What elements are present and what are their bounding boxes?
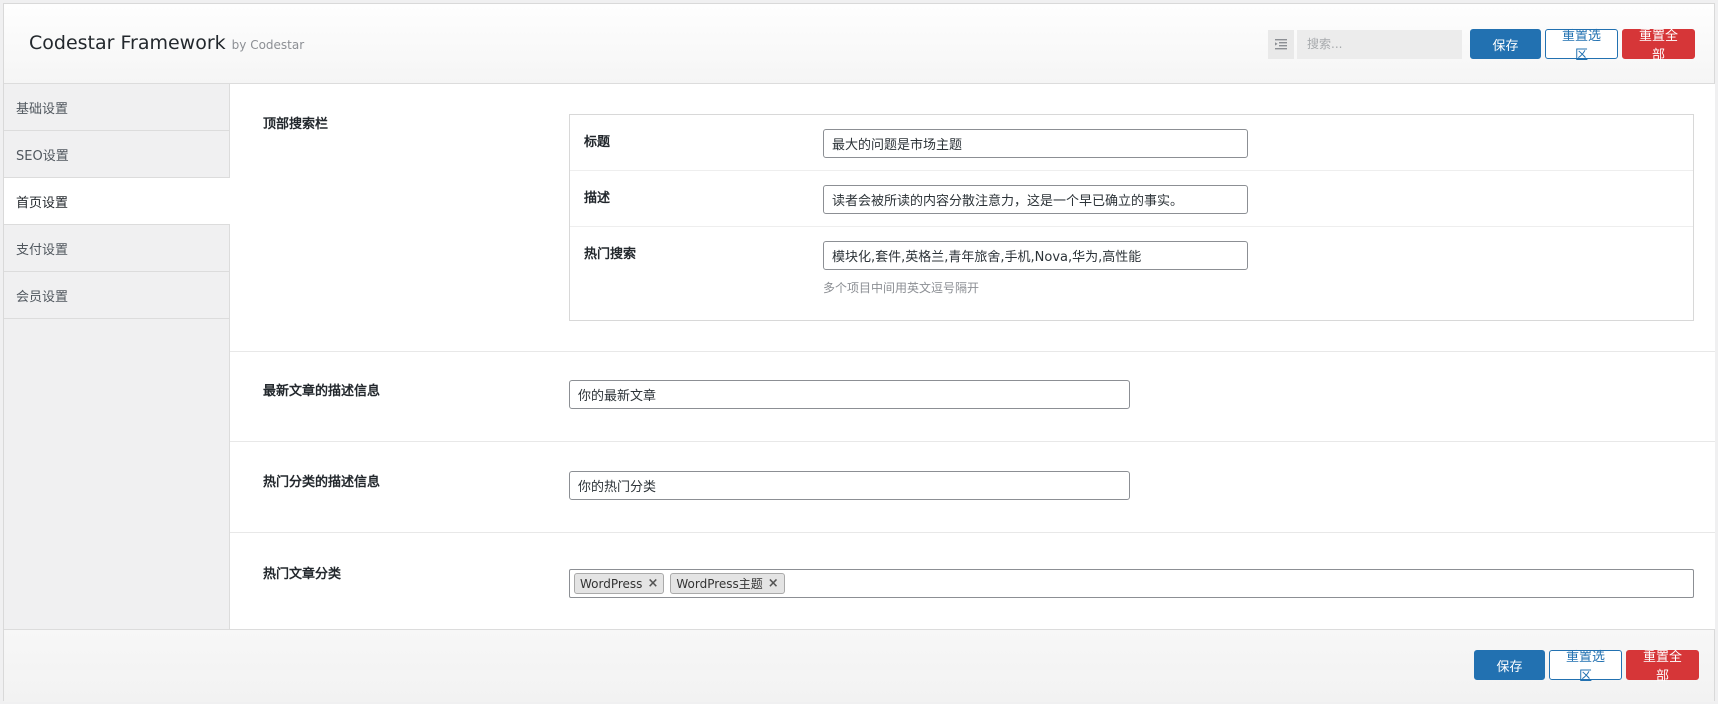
latest-desc-input[interactable]	[569, 380, 1130, 409]
section-top-search: 顶部搜索栏 标题 描述 热门搜索 多个项目中间用英文逗号隔开	[230, 84, 1715, 352]
field-description: 描述	[570, 171, 1693, 227]
tag-label: WordPress	[580, 576, 643, 591]
brand-title: Codestar Framework	[29, 32, 226, 54]
hot-categories-select[interactable]: WordPress × WordPress主题 ×	[569, 569, 1694, 598]
sidebar-item-basic[interactable]: 基础设置	[4, 84, 229, 131]
section-label: 热门文章分类	[263, 567, 342, 582]
section-label: 热门分类的描述信息	[263, 475, 381, 490]
reset-all-button[interactable]: 重置全部	[1622, 29, 1695, 63]
section-latest-desc: 最新文章的描述信息	[230, 352, 1715, 442]
save-button[interactable]: 保存	[1470, 29, 1541, 59]
title-input[interactable]	[823, 129, 1248, 158]
field-hint: 多个项目中间用英文逗号隔开	[823, 281, 980, 295]
sidebar-item-homepage[interactable]: 首页设置	[4, 178, 230, 225]
category-tag: WordPress ×	[574, 573, 665, 594]
options-panel: Codestar Framework by Codestar 保存 重置选区 重…	[3, 3, 1715, 702]
category-tag: WordPress主题 ×	[670, 573, 785, 594]
field-title: 标题	[570, 115, 1693, 171]
field-label: 标题	[584, 135, 611, 150]
brand-byline: by Codestar	[231, 38, 305, 52]
section-label: 最新文章的描述信息	[263, 384, 381, 399]
sidebar-nav: 基础设置 SEO设置 首页设置 支付设置 会员设置	[4, 84, 230, 629]
tag-remove-icon[interactable]: ×	[647, 576, 658, 591]
sidebar-item-payment[interactable]: 支付设置	[4, 225, 229, 272]
field-hot-search: 热门搜索 多个项目中间用英文逗号隔开	[570, 227, 1693, 320]
footer-actions: 保存 重置选区 重置全部	[1474, 650, 1699, 684]
hot-search-input[interactable]	[823, 241, 1248, 270]
panel-header: Codestar Framework by Codestar 保存 重置选区 重…	[4, 4, 1714, 84]
field-label: 热门搜索	[584, 247, 637, 262]
footer-save-button[interactable]: 保存	[1474, 650, 1545, 680]
reset-section-button[interactable]: 重置选区	[1545, 29, 1618, 63]
options-search-input[interactable]	[1297, 29, 1462, 59]
header-actions: 保存 重置选区 重置全部	[1268, 29, 1695, 63]
hot-category-desc-input[interactable]	[569, 471, 1130, 500]
panel-footer: 保存 重置选区 重置全部	[4, 629, 1714, 702]
top-search-fieldset: 标题 描述 热门搜索 多个项目中间用英文逗号隔开	[569, 114, 1694, 321]
expand-all-button[interactable]	[1268, 29, 1294, 59]
footer-reset-all-button[interactable]: 重置全部	[1626, 650, 1699, 684]
sidebar-item-membership[interactable]: 会员设置	[4, 272, 229, 319]
field-label: 描述	[584, 191, 611, 206]
tag-label: WordPress主题	[676, 577, 763, 591]
tag-remove-icon[interactable]: ×	[768, 576, 779, 591]
brand: Codestar Framework by Codestar	[29, 32, 304, 54]
footer-reset-section-button[interactable]: 重置选区	[1549, 650, 1622, 684]
section-hot-category-desc: 热门分类的描述信息	[230, 442, 1715, 533]
settings-content: 顶部搜索栏 标题 描述 热门搜索 多个项目中间用英文逗号隔开 最新文章的描	[230, 84, 1715, 629]
description-input[interactable]	[823, 185, 1248, 214]
sidebar-item-seo[interactable]: SEO设置	[4, 131, 229, 178]
section-label: 顶部搜索栏	[263, 117, 329, 132]
expand-all-icon	[1275, 39, 1287, 50]
